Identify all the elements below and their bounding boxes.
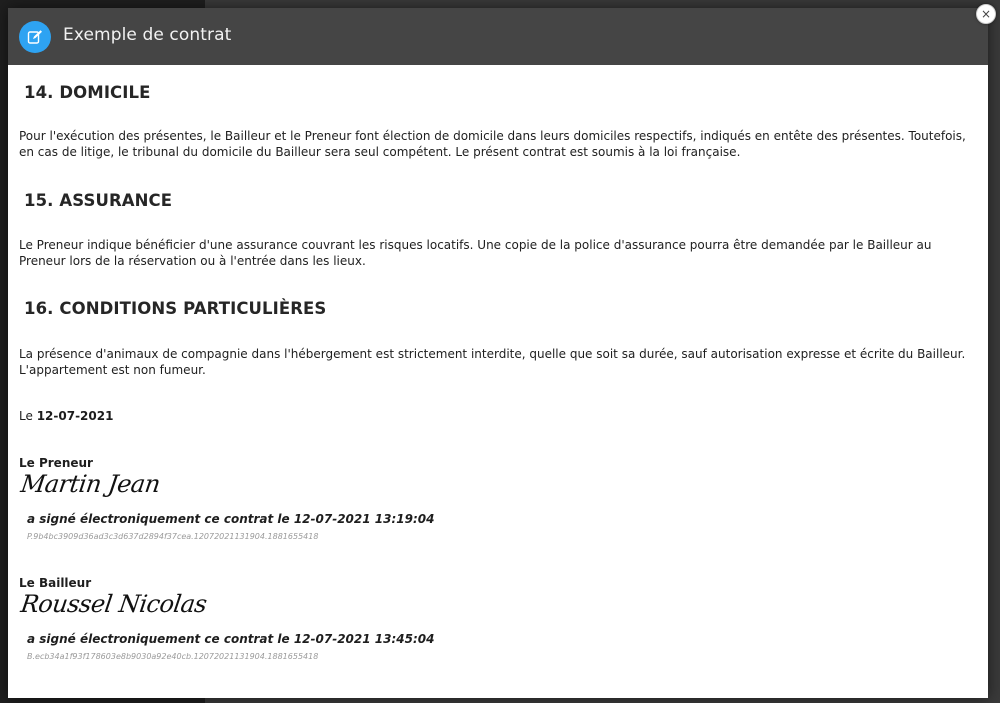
contract-content: 14. DOMICILE Pour l'exécution des présen… [19,65,969,698]
section-heading-assurance: 15. ASSURANCE [24,191,173,210]
signature-hash-bailleur: B.ecb34a1f93f178603e8b9030a92e40cb.12072… [27,652,319,661]
signature-role-bailleur: Le Bailleur [19,576,92,590]
section-heading-domicile: 14. DOMICILE [24,83,151,102]
modal-title: Exemple de contrat [63,25,232,45]
section-text-domicile: Pour l'exécution des présentes, le Baill… [19,129,966,159]
contract-date: Le 12-07-2021 [19,409,113,423]
section-heading-conditions: 16. CONDITIONS PARTICULIÈRES [24,299,327,318]
edit-icon [19,21,51,53]
close-icon: × [980,7,992,21]
signature-statement-bailleur: a signé électroniquement ce contrat le 1… [27,632,435,646]
section-text-conditions-line2: L'appartement est non fumeur. [19,363,206,377]
date-prefix: Le [19,409,33,423]
section-text-assurance: Le Preneur indique bénéficier d'une assu… [19,238,932,268]
close-button[interactable]: × [976,4,996,24]
contract-modal: Exemple de contrat 14. DOMICILE Pour l'e… [8,8,988,698]
signature-name-preneur: Martin Jean [19,470,162,498]
date-value: 12-07-2021 [36,409,114,423]
signature-name-bailleur: Roussel Nicolas [19,590,209,618]
section-text-conditions-line1: La présence d'animaux de compagnie dans … [19,347,966,361]
signature-statement-preneur: a signé électroniquement ce contrat le 1… [27,512,435,526]
signature-hash-preneur: P.9b4bc3909d36ad3c3d637d2894f37cea.12072… [27,532,319,541]
modal-header: Exemple de contrat [8,8,988,65]
signature-role-preneur: Le Preneur [19,456,93,470]
